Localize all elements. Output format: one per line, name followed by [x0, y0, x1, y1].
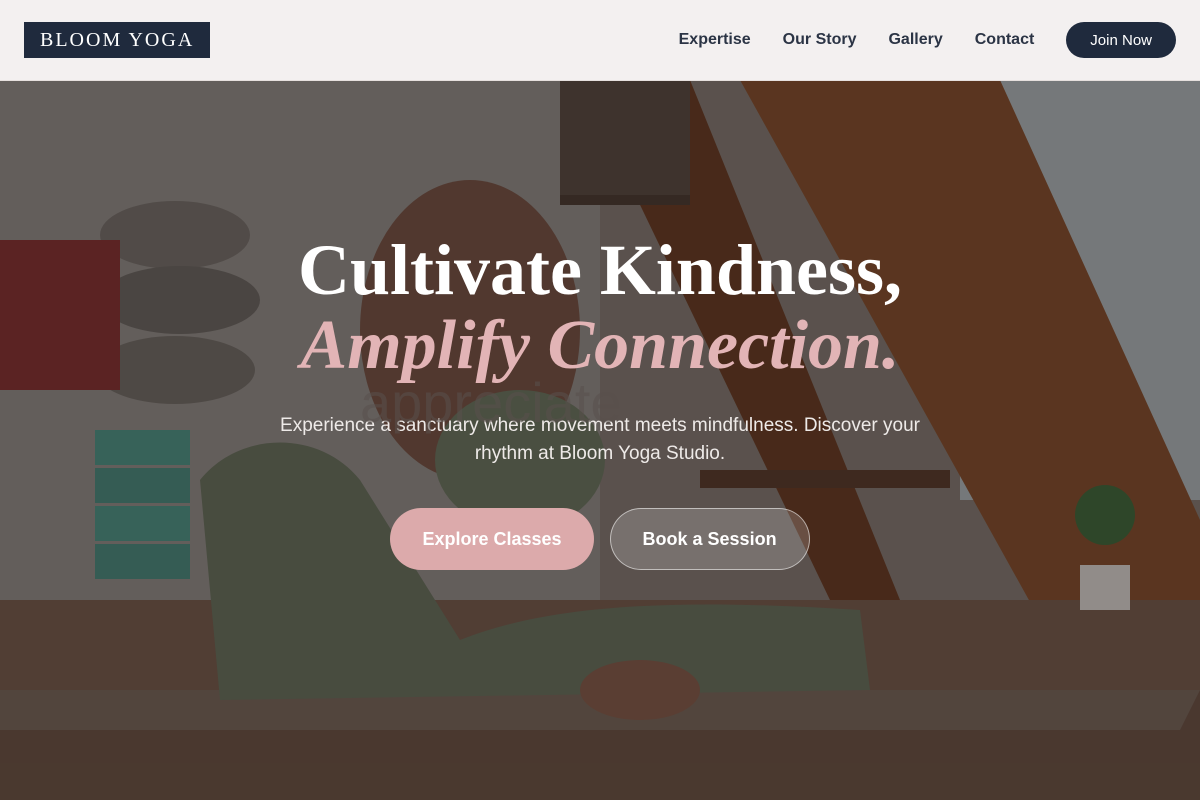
explore-classes-button[interactable]: Explore Classes [390, 508, 594, 570]
nav-link-gallery[interactable]: Gallery [888, 31, 942, 49]
site-header: BLOOM YOGA Expertise Our Story Gallery C… [0, 0, 1200, 81]
hero-content: appreciate Cultivate Kindness, Amplify C… [0, 232, 1200, 570]
brand-logo[interactable]: BLOOM YOGA [24, 22, 211, 58]
nav-link-our-story[interactable]: Our Story [783, 31, 857, 49]
book-session-button[interactable]: Book a Session [609, 508, 810, 570]
nav-link-expertise[interactable]: Expertise [679, 31, 751, 49]
hero-subtitle: Experience a sanctuary where movement me… [280, 415, 920, 464]
main-nav: Expertise Our Story Gallery Contact Join… [679, 22, 1176, 58]
hero-headline-line1: Cultivate Kindness, [297, 230, 903, 310]
nav-link-contact[interactable]: Contact [975, 31, 1035, 49]
hero-headline-line2: Amplify Connection. [300, 307, 900, 384]
join-now-button[interactable]: Join Now [1066, 22, 1176, 58]
hero-cta-group: Explore Classes Book a Session [0, 508, 1200, 570]
